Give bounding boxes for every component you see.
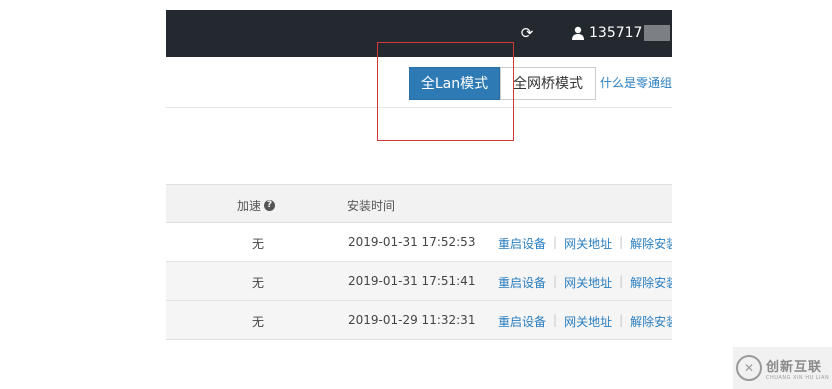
gateway-address-link[interactable]: 网关地址 (564, 274, 612, 291)
table-row: 无 2019-01-31 17:52:53 重启设备 | 网关地址 | 解除安装 (166, 223, 672, 262)
uninstall-link[interactable]: 解除安装 (630, 313, 672, 330)
column-accel: 加速 ? (237, 197, 276, 214)
username: 135717 (589, 25, 643, 41)
table-row: 无 2019-01-29 11:32:31 重启设备 | 网关地址 | 解除安装 (166, 301, 672, 340)
table-row: 无 2019-01-31 17:51:41 重启设备 | 网关地址 | 解除安装 (166, 262, 672, 301)
cell-install-time: 2019-01-31 17:51:41 (348, 274, 476, 288)
reboot-device-link[interactable]: 重启设备 (498, 235, 546, 252)
user-icon (572, 26, 584, 40)
separator: | (553, 313, 558, 327)
cell-accel: 无 (252, 276, 265, 290)
table-header: 加速 ? 安装时间 (166, 184, 672, 223)
annotation-highlight-box (377, 42, 514, 141)
uninstall-link[interactable]: 解除安装 (630, 274, 672, 291)
watermark-text: 创新互联 CHUANG XIN HU LIAN (766, 356, 829, 381)
watermark: ✕ 创新互联 CHUANG XIN HU LIAN (733, 347, 832, 389)
separator: | (619, 235, 624, 249)
watermark-brand-cn: 创新互联 (766, 359, 823, 375)
column-install-time: 安装时间 (347, 199, 396, 213)
row-actions: 重启设备 | 网关地址 | 解除安装 (498, 274, 672, 291)
gateway-address-link[interactable]: 网关地址 (564, 235, 612, 252)
watermark-logo-icon: ✕ (736, 355, 762, 381)
cell-install-time: 2019-01-29 11:32:31 (348, 313, 476, 327)
reboot-device-link[interactable]: 重启设备 (498, 274, 546, 291)
cell-install-time: 2019-01-31 17:52:53 (348, 235, 476, 249)
masked-username-part (644, 25, 671, 41)
help-icon[interactable]: ? (264, 200, 276, 211)
watermark-brand-en: CHUANG XIN HU LIAN (766, 374, 830, 381)
row-actions: 重启设备 | 网关地址 | 解除安装 (498, 313, 672, 330)
help-link[interactable]: 什么是零通组 (600, 74, 672, 91)
separator: | (553, 235, 558, 249)
separator: | (619, 313, 624, 327)
refresh-icon[interactable]: ⟳ (518, 23, 536, 43)
gateway-address-link[interactable]: 网关地址 (564, 313, 612, 330)
separator: | (553, 274, 558, 288)
user-menu[interactable]: 135717 (571, 22, 671, 44)
column-accel-label: 加速 (237, 199, 262, 213)
cell-accel: 无 (252, 315, 265, 329)
separator: | (619, 274, 624, 288)
cell-accel: 无 (252, 237, 265, 251)
uninstall-link[interactable]: 解除安装 (630, 235, 672, 252)
reboot-device-link[interactable]: 重启设备 (498, 313, 546, 330)
bridge-mode-button[interactable]: 全网桥模式 (500, 67, 596, 100)
row-actions: 重启设备 | 网关地址 | 解除安装 (498, 235, 672, 252)
